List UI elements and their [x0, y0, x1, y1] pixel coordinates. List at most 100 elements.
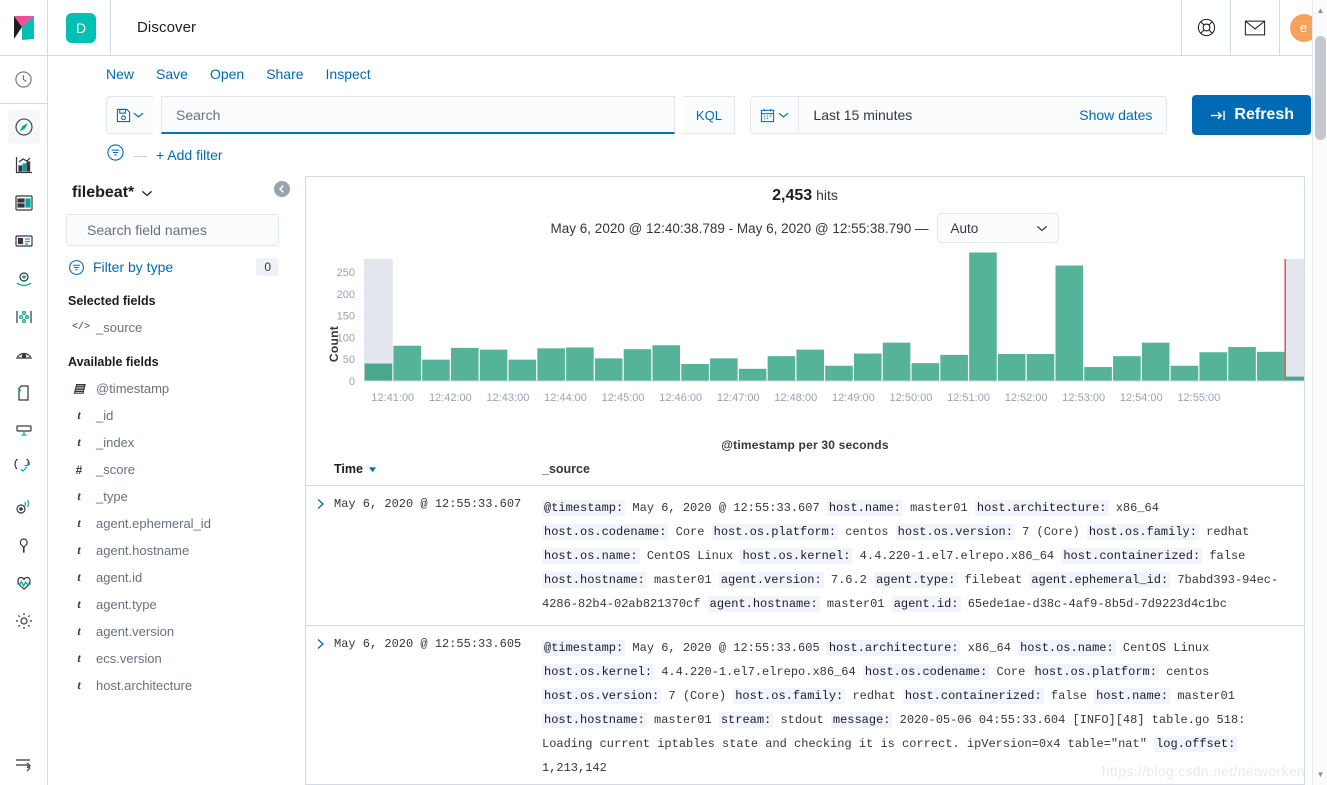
mail-icon[interactable] [1230, 0, 1279, 56]
saved-query-button[interactable] [106, 96, 153, 134]
histogram-svg[interactable]: 05010015020025012:41:00 12:42:00 12:43:00 1… [312, 251, 1305, 411]
nav-canvas[interactable] [8, 224, 40, 258]
source-field-key: host.os.platform: [1032, 664, 1159, 680]
nav-management[interactable] [8, 604, 40, 638]
add-filter-button[interactable]: + Add filter [156, 147, 223, 163]
source-field-value: CentOS Linux [1115, 641, 1210, 655]
source-field-key: host.containerized: [902, 688, 1044, 704]
field-item-source[interactable]: </> _source [66, 314, 279, 341]
filter-bar: — + Add filter [48, 138, 1327, 172]
source-field-key: agent.id: [891, 596, 961, 612]
table-row[interactable]: May 6, 2020 @ 12:55:33.607 @timestamp: Ma… [306, 486, 1304, 626]
nav-dev-tools[interactable] [8, 528, 40, 562]
interval-value: Auto [950, 220, 979, 236]
source-field-value: 7 (Core) [1014, 525, 1087, 539]
discover-action-menu: New Save Open Share Inspect [48, 56, 1327, 92]
elastic-logo[interactable] [0, 0, 48, 56]
source-field-value: false [1202, 549, 1246, 563]
field-item[interactable]: t agent.ephemeral_id [66, 510, 279, 537]
nav-visualize[interactable] [8, 148, 40, 182]
source-field-value: master01 [646, 713, 719, 727]
expand-row-icon[interactable] [306, 636, 334, 780]
field-item[interactable]: # _score [66, 456, 279, 483]
menu-new[interactable]: New [106, 66, 134, 82]
source-field-key: host.os.family: [733, 688, 846, 704]
filter-by-type-button[interactable]: Filter by type 0 [66, 246, 279, 280]
field-type-icon: t [77, 678, 81, 692]
source-field-key: @timestamp: [542, 640, 626, 656]
nav-logs[interactable] [8, 376, 40, 410]
svg-text:150: 150 [337, 311, 355, 323]
show-dates-button[interactable]: Show dates [1079, 107, 1166, 123]
search-input-wrapper[interactable] [161, 96, 676, 134]
collapse-sidebar-icon[interactable] [273, 180, 291, 198]
menu-save[interactable]: Save [156, 66, 188, 82]
refresh-button[interactable]: Refresh [1192, 95, 1311, 135]
recently-viewed-button[interactable] [0, 56, 48, 104]
chart-x-axis-label: @timestamp per 30 seconds [721, 438, 889, 452]
source-field-value: master01 [902, 501, 975, 515]
nav-siem[interactable] [8, 490, 40, 524]
query-language-button[interactable]: KQL [683, 96, 736, 134]
time-col-header[interactable]: Time [334, 462, 542, 476]
field-item[interactable]: t agent.version [66, 618, 279, 645]
top-header: D Discover e [48, 0, 1327, 56]
scroll-down-arrow[interactable]: ▼ [1313, 766, 1327, 783]
field-item[interactable]: ▤ @timestamp [66, 375, 279, 402]
row-source: @timestamp: May 6, 2020 @ 12:55:33.607 h… [542, 496, 1304, 616]
field-item[interactable]: t agent.hostname [66, 537, 279, 564]
source-field-key: agent.type: [874, 572, 958, 588]
nav-machine-learning[interactable] [8, 300, 40, 334]
field-type-icon: t [77, 516, 81, 530]
source-field-value: x86_64 [960, 641, 1019, 655]
svg-text:12:49:00: 12:49:00 [832, 392, 875, 404]
source-field-key: host.hostname: [542, 572, 647, 588]
time-range-label[interactable]: Last 15 minutes [799, 107, 1079, 123]
sort-desc-icon[interactable] [368, 466, 377, 473]
filter-type-count: 0 [256, 258, 279, 276]
discover-results-panel: 2,453 hits May 6, 2020 @ 12:40:38.789 - … [305, 176, 1305, 785]
expand-row-icon[interactable] [306, 496, 334, 616]
field-item[interactable]: t agent.id [66, 564, 279, 591]
scroll-up-arrow[interactable]: ▲ [1313, 2, 1327, 19]
calendar-icon[interactable] [751, 97, 800, 133]
field-item[interactable]: t _id [66, 402, 279, 429]
menu-open[interactable]: Open [210, 66, 244, 82]
source-field-value: centos [838, 525, 896, 539]
scrollbar-thumb[interactable] [1315, 36, 1326, 140]
expand-col-header [306, 462, 334, 476]
filter-options-icon[interactable] [106, 143, 125, 167]
field-item[interactable]: t ecs.version [66, 645, 279, 672]
nav-uptime[interactable] [8, 452, 40, 486]
field-item[interactable]: t host.architecture [66, 672, 279, 699]
svg-text:12:52:00: 12:52:00 [1005, 392, 1048, 404]
menu-share[interactable]: Share [266, 66, 303, 82]
lifebuoy-icon[interactable] [1181, 0, 1230, 56]
field-item[interactable]: t agent.type [66, 591, 279, 618]
table-row[interactable]: May 6, 2020 @ 12:55:33.605 @timestamp: Ma… [306, 626, 1304, 784]
histogram-chart[interactable]: Count 0 50 100 150 200 250 12:41:00 12:42:00 12:… [312, 251, 1304, 436]
field-item[interactable]: t _type [66, 483, 279, 510]
nav-apm[interactable] [8, 414, 40, 448]
space-avatar[interactable]: D [66, 12, 96, 43]
interval-select[interactable]: Auto [937, 213, 1060, 243]
source-field-key: host.os.name: [1018, 640, 1116, 656]
nav-dashboard[interactable] [8, 186, 40, 220]
field-type-icon: ▤ [73, 381, 85, 395]
field-item[interactable]: t _index [66, 429, 279, 456]
search-input[interactable] [174, 105, 663, 124]
svg-text:12:42:00: 12:42:00 [429, 392, 472, 404]
nav-monitoring[interactable] [8, 566, 40, 600]
field-search-wrapper[interactable] [66, 214, 279, 246]
menu-inspect[interactable]: Inspect [326, 66, 371, 82]
collapse-nav-button[interactable] [0, 757, 48, 785]
field-name: _id [96, 408, 114, 423]
nav-maps[interactable] [8, 262, 40, 296]
index-pattern-selector[interactable]: filebeat* [66, 178, 279, 214]
nav-discover[interactable] [7, 110, 40, 144]
nav-infrastructure[interactable] [8, 338, 40, 372]
svg-text:0: 0 [349, 376, 355, 388]
field-search-input[interactable] [85, 221, 270, 239]
page-scrollbar[interactable]: ▲ ▼ [1312, 0, 1327, 785]
svg-text:12:50:00: 12:50:00 [890, 392, 933, 404]
